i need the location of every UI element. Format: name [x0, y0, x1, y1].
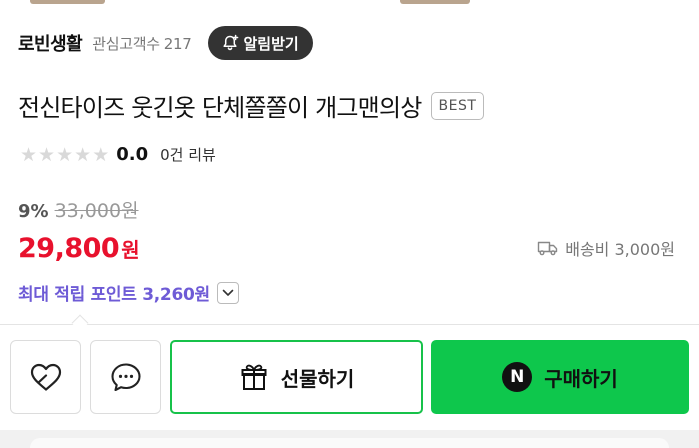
section-divider [0, 324, 699, 325]
shipping-fee: 배송비 3,000원 [565, 240, 675, 259]
star-icon: ★ [74, 143, 92, 166]
star-icon: ★ [56, 143, 74, 166]
sale-price-row: 29,800 원 [18, 233, 140, 264]
thumbnail-edge [30, 0, 105, 4]
store-row: 로빈생활 관심고객수 217 알림받기 [18, 26, 313, 60]
chat-bubble-icon [110, 363, 141, 392]
store-name[interactable]: 로빈생활 [18, 30, 83, 56]
bottom-panel [0, 430, 699, 448]
bell-plus-icon [222, 34, 238, 51]
points-row: 최대 적립 포인트 3,260원 [18, 280, 239, 305]
chevron-down-icon [222, 289, 234, 296]
buy-button-label: 구매하기 [544, 366, 618, 391]
purchase-action-bar: 선물하기 N 구매하기 [10, 340, 689, 414]
star-icon: ★ [38, 143, 56, 166]
review-count[interactable]: 0건 리뷰 [160, 144, 216, 165]
price-block: 9% 33,000원 29,800 원 [18, 196, 140, 264]
naver-pay-icon: N [502, 362, 533, 392]
chat-button[interactable] [90, 340, 161, 414]
followers-count: 217 [163, 34, 192, 53]
gift-button[interactable]: 선물하기 [170, 340, 423, 414]
top-image-strip [0, 0, 699, 8]
original-price: 33,000원 [54, 200, 139, 222]
product-title-row: 전신타이즈 웃긴옷 단체쫄쫄이 개그맨의상 BEST [18, 88, 485, 123]
sale-price-currency: 원 [121, 238, 140, 262]
divider-notch [71, 314, 89, 332]
truck-icon [538, 241, 558, 256]
gift-button-label: 선물하기 [280, 366, 355, 391]
rating-row[interactable]: ★ ★ ★ ★ ★ 0.0 0건 리뷰 [20, 144, 216, 165]
rating-score: 0.0 [116, 144, 149, 165]
star-icon: ★ [20, 143, 38, 166]
alarm-button[interactable]: 알림받기 [207, 26, 313, 60]
gift-icon [241, 364, 267, 390]
max-points: 최대 적립 포인트 3,260원 [18, 285, 210, 305]
rating-stars: ★ ★ ★ ★ ★ [20, 145, 110, 165]
points-toggle[interactable] [216, 281, 239, 304]
thumbnail-edge [400, 0, 470, 4]
star-icon: ★ [92, 143, 110, 166]
bottom-panel-handle [30, 438, 669, 448]
shipping-info: 배송비 3,000원 [537, 236, 675, 260]
discount-row: 9% 33,000원 [18, 196, 140, 223]
alarm-button-label: 알림받기 [243, 34, 299, 53]
heart-icon [30, 363, 61, 391]
followers-info: 관심고객수 217 [92, 33, 192, 54]
sale-price: 29,800 [18, 233, 120, 264]
discount-rate: 9% [18, 201, 49, 222]
best-badge: BEST [430, 91, 485, 120]
followers-label: 관심고객수 [92, 34, 160, 53]
buy-button[interactable]: N 구매하기 [431, 340, 689, 414]
product-title: 전신타이즈 웃긴옷 단체쫄쫄이 개그맨의상 [18, 94, 422, 122]
like-button[interactable] [10, 340, 81, 414]
